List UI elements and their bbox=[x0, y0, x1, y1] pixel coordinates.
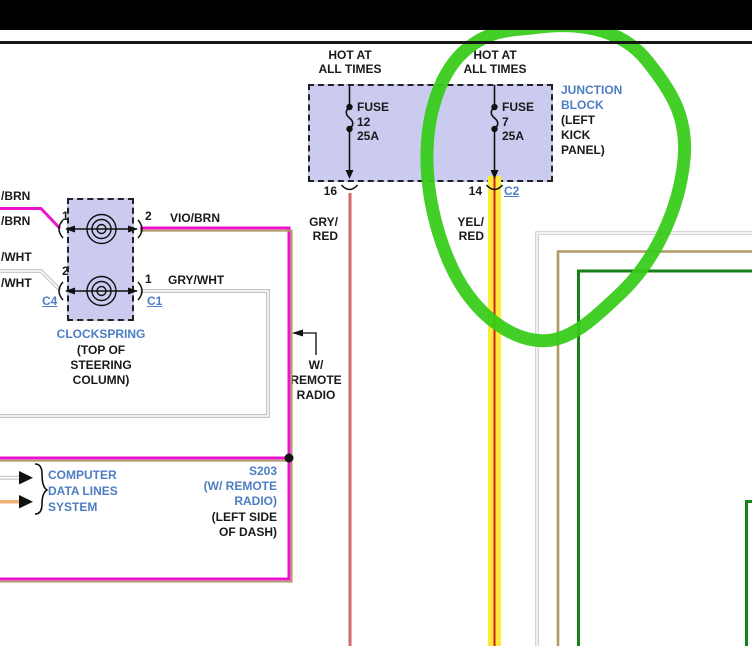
wire-tan-right bbox=[558, 252, 752, 646]
power-label-fuse7-line1: HOT AT bbox=[451, 48, 539, 62]
junction-block-title-line1: JUNCTION bbox=[561, 83, 622, 97]
junction-block-location-line1: (LEFT bbox=[561, 113, 595, 127]
junction-block-location-line2: KICK bbox=[561, 128, 590, 142]
splice-location-line2: OF DASH) bbox=[177, 525, 277, 539]
brace bbox=[35, 464, 47, 514]
fuse12-rating: 25A bbox=[357, 129, 379, 143]
top-black-bar bbox=[0, 0, 752, 30]
power-label-fuse12-line1: HOT AT bbox=[306, 48, 394, 62]
power-label-fuse7-line2: ALL TIMES bbox=[451, 62, 539, 76]
remote-radio-note-line2: REMOTE bbox=[286, 373, 346, 387]
pin-14: 14 bbox=[450, 184, 482, 198]
connector-cup-c4-pin2 bbox=[59, 282, 63, 300]
connector-cup-c1-pin2 bbox=[138, 220, 142, 238]
fuse7-name: FUSE bbox=[502, 100, 534, 114]
data-lines-label-line3: SYSTEM bbox=[48, 500, 97, 514]
splice-option-line2: RADIO) bbox=[177, 494, 277, 508]
clockspring-location-line1: (TOP OF bbox=[31, 343, 171, 357]
left-wire-label-1: /BRN bbox=[1, 189, 30, 203]
data-lines-symbols bbox=[0, 464, 47, 514]
remote-radio-note-line1: W/ bbox=[286, 358, 346, 372]
pin-16: 16 bbox=[305, 184, 337, 198]
left-wire-label-2: /BRN bbox=[1, 214, 30, 228]
wire-label-vio-brn: VIO/BRN bbox=[170, 211, 220, 225]
junction-block-location-line3: PANEL) bbox=[561, 143, 605, 157]
clockspring-box bbox=[67, 198, 134, 321]
remote-radio-arrow bbox=[292, 330, 303, 337]
splice-location-line1: (LEFT SIDE bbox=[177, 510, 277, 524]
wire-label-gry-wht: GRY/WHT bbox=[168, 273, 224, 287]
offpage-arrow-1 bbox=[19, 471, 33, 485]
clockspring-location-line3: COLUMN) bbox=[31, 373, 171, 387]
connector-cup-c1-pin1 bbox=[138, 282, 142, 300]
wire-label-gry: GRY/ bbox=[288, 215, 338, 229]
wire-gray-right bbox=[537, 233, 752, 646]
clockspring-pin-left-bottom: 2 bbox=[62, 264, 69, 278]
splice-id: S203 bbox=[177, 464, 277, 478]
connector-c4-link[interactable]: C4 bbox=[42, 294, 57, 308]
fuse12-number: 12 bbox=[357, 115, 370, 129]
remote-radio-pointer bbox=[292, 330, 316, 356]
fuse7-number: 7 bbox=[502, 115, 509, 129]
wire-gry-red bbox=[348, 193, 352, 646]
power-label-fuse12-line2: ALL TIMES bbox=[306, 62, 394, 76]
connector-c2-link[interactable]: C2 bbox=[504, 184, 519, 198]
remote-radio-note-line3: RADIO bbox=[286, 388, 346, 402]
wire-yel-red bbox=[488, 176, 501, 646]
data-lines-label-line2: DATA LINES bbox=[48, 484, 118, 498]
junction-block-title-line2: BLOCK bbox=[561, 98, 604, 112]
wiring-diagram: HOT AT ALL TIMES HOT AT ALL TIMES FUSE 1… bbox=[0, 0, 752, 646]
clockspring-pin-right-top: 2 bbox=[145, 209, 152, 223]
wire-green-right bbox=[579, 271, 752, 646]
top-divider-line bbox=[0, 41, 752, 44]
left-wire-label-4: /WHT bbox=[1, 276, 32, 290]
data-lines-label-line1: COMPUTER bbox=[48, 468, 117, 482]
left-wire-label-3: /WHT bbox=[1, 250, 32, 264]
fuse7-rating: 25A bbox=[502, 129, 524, 143]
wire-label-yel: YEL/ bbox=[434, 215, 484, 229]
pin-16-connector-cup bbox=[342, 185, 358, 190]
splice-option-line1: (W/ REMOTE bbox=[177, 479, 277, 493]
wire-green-far-right bbox=[747, 502, 752, 646]
fuse12-name: FUSE bbox=[357, 100, 389, 114]
wire-label-yel-red: RED bbox=[434, 229, 484, 243]
clockspring-pin-left-top: 1 bbox=[62, 209, 69, 223]
wire-label-gry-red: RED bbox=[288, 229, 338, 243]
connector-c1-link[interactable]: C1 bbox=[147, 294, 162, 308]
clockspring-title: CLOCKSPRING bbox=[31, 327, 171, 341]
offpage-arrow-2 bbox=[19, 495, 33, 509]
clockspring-location-line2: STEERING bbox=[31, 358, 171, 372]
splice-dot bbox=[285, 454, 294, 463]
clockspring-pin-right-bottom: 1 bbox=[145, 272, 152, 286]
